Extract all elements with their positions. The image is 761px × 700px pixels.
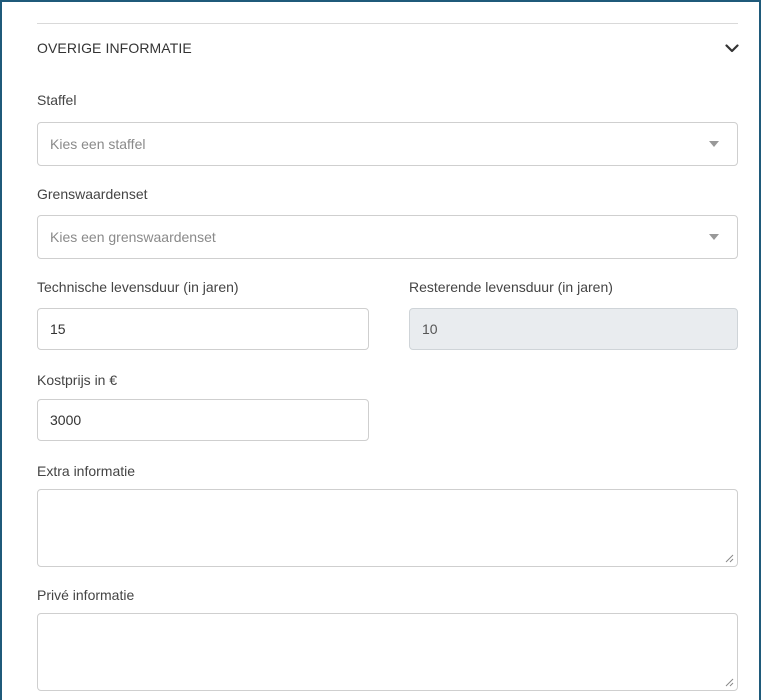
section-title: OVERIGE INFORMATIE bbox=[37, 40, 192, 56]
form-panel: OVERIGE INFORMATIE Staffel Kies een staf… bbox=[0, 0, 761, 700]
prive-informatie-textarea[interactable] bbox=[37, 613, 738, 691]
kostprijs-label: Kostprijs in € bbox=[37, 372, 118, 388]
resize-grip-icon[interactable] bbox=[725, 554, 734, 563]
kostprijs-input[interactable]: 3000 bbox=[37, 399, 369, 441]
extra-informatie-textarea[interactable] bbox=[37, 489, 738, 567]
kostprijs-value: 3000 bbox=[50, 412, 82, 428]
chevron-down-icon[interactable] bbox=[724, 40, 740, 56]
grenswaardenset-placeholder: Kies een grenswaardenset bbox=[50, 229, 216, 245]
staffel-label: Staffel bbox=[37, 92, 77, 108]
technische-levensduur-value: 15 bbox=[50, 321, 66, 337]
grenswaardenset-select[interactable]: Kies een grenswaardenset bbox=[37, 215, 738, 259]
prive-informatie-label: Privé informatie bbox=[37, 587, 135, 603]
staffel-select[interactable]: Kies een staffel bbox=[37, 122, 738, 166]
resterende-levensduur-value: 10 bbox=[422, 321, 438, 337]
staffel-placeholder: Kies een staffel bbox=[50, 136, 146, 152]
resterende-levensduur-input: 10 bbox=[409, 308, 738, 350]
resterende-levensduur-label: Resterende levensduur (in jaren) bbox=[409, 279, 613, 295]
technische-levensduur-label: Technische levensduur (in jaren) bbox=[37, 279, 239, 295]
technische-levensduur-input[interactable]: 15 bbox=[37, 308, 369, 350]
resize-grip-icon[interactable] bbox=[725, 678, 734, 687]
section-header-overige-informatie[interactable]: OVERIGE INFORMATIE bbox=[37, 24, 740, 72]
caret-down-icon bbox=[709, 234, 719, 240]
caret-down-icon bbox=[709, 141, 719, 147]
extra-informatie-label: Extra informatie bbox=[37, 463, 136, 479]
grenswaardenset-label: Grenswaardenset bbox=[37, 186, 148, 202]
